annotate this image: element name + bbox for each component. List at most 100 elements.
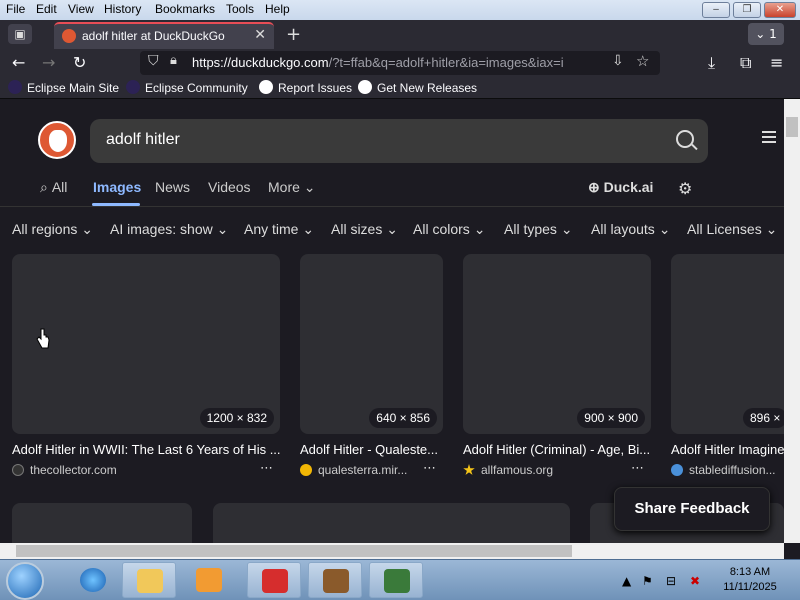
github-icon [259,80,273,94]
url-bar[interactable]: ⛉ 🔒︎ https://duckduckgo.com/?t=ffab&q=ad… [140,51,660,75]
page-action-icon[interactable]: ⇩ [612,53,624,69]
filter-label: All sizes [331,221,383,237]
app-avatar-icon[interactable] [308,562,362,598]
page-content: adolf hitler ⌕ All Images News Videos Mor… [0,99,784,543]
volume-muted-icon[interactable]: ✖ [690,574,700,588]
share-feedback-button[interactable]: Share Feedback [614,487,770,531]
scrollbar-thumb[interactable] [16,545,572,557]
tab-images[interactable]: Images [93,179,141,195]
system-clock[interactable]: 8:13 AM 11/11/2025 [718,566,782,593]
clock-time: 8:13 AM [729,566,771,578]
app-menu-icon[interactable]: ≡ [770,53,783,72]
image-result-source[interactable]: stablediffusion... [671,463,784,477]
internet-explorer-icon[interactable] [66,562,120,598]
menu-history[interactable]: History [104,2,141,16]
chevron-down-icon: ⌄ [560,221,573,237]
url-text[interactable]: https://duckduckgo.com/?t=ffab&q=adolf+h… [192,55,612,70]
horizontal-scrollbar[interactable] [0,543,784,559]
filter-ai-images[interactable]: AI images: show ⌄ [110,221,228,238]
image-result-source[interactable]: allfamous.org [463,463,623,477]
app-red-icon[interactable] [247,562,301,598]
image-result-source[interactable]: thecollector.com [12,463,252,477]
image-result-thumbnail[interactable]: 896 × [671,254,784,434]
search-input[interactable]: adolf hitler [106,131,180,149]
tab-all[interactable]: ⌕ All [40,179,67,196]
tab-close-icon[interactable]: ✕ [254,27,266,43]
reload-icon[interactable]: ↻ [73,53,86,72]
taskbar: ▲ ⚑ ⊟ ✖ 8:13 AM 11/11/2025 [0,559,800,600]
network-icon[interactable]: ⊟ [666,574,676,588]
forward-icon[interactable]: → [42,53,55,72]
menu-file[interactable]: File [6,2,25,16]
eclipse-icon [8,80,22,94]
filter-licenses[interactable]: All Licenses ⌄ [687,221,777,238]
menu-help[interactable]: Help [265,2,290,16]
duckduckgo-logo[interactable] [38,121,76,159]
image-result-thumbnail[interactable]: 900 × 900 [463,254,651,434]
image-result-thumbnail[interactable]: 1200 × 832 [12,254,280,434]
image-result-source[interactable]: qualesterra.mir... [300,463,414,477]
chevron-down-icon: ⌄ [81,221,93,237]
browser-tab[interactable]: adolf hitler at DuckDuckGo ✕ [54,22,274,49]
settings-gear-icon[interactable]: ⚙ [678,179,692,199]
search-icon[interactable] [676,130,694,148]
maximize-button[interactable]: ❐ [733,2,761,18]
close-window-button[interactable]: ✕ [764,2,796,18]
menu-icon[interactable] [762,131,776,143]
lock-icon[interactable]: 🔒︎ [170,53,177,68]
url-host: https://duckduckgo.com [192,55,329,70]
bookmark-eclipse-main[interactable]: Eclipse Main Site [8,80,119,95]
new-tab-button[interactable]: + [286,24,301,45]
tab-list-button[interactable]: ⌄ 1 [748,23,784,45]
more-options-icon[interactable]: ⋯ [423,461,436,476]
menu-view[interactable]: View [68,2,94,16]
shield-icon[interactable]: ⛉ [148,53,159,69]
chevron-down-icon: ⌄ [658,221,671,237]
tray-arrow-icon[interactable]: ▲ [622,574,631,588]
image-result-thumbnail[interactable]: 640 × 856 [300,254,443,434]
image-size-badge: 900 × 900 [577,408,645,428]
downloads-icon[interactable]: ⤓ [708,53,715,73]
bookmark-eclipse-community[interactable]: Eclipse Community [126,80,248,95]
vertical-scrollbar[interactable] [784,99,800,543]
image-result-title[interactable]: Adolf Hitler in WWII: The Last 6 Years o… [12,442,280,457]
filter-label: Any time [244,221,299,237]
filter-types[interactable]: All types ⌄ [504,221,573,238]
firefox-view-icon[interactable]: ▣ [8,24,32,44]
filter-regions[interactable]: All regions ⌄ [12,221,93,238]
tab-news[interactable]: News [155,179,190,195]
bookmark-star-icon[interactable]: ☆ [636,52,649,70]
start-button[interactable] [6,562,44,600]
tab-more[interactable]: More ⌄ [268,179,316,196]
image-result-title[interactable]: Adolf Hitler (Criminal) - Age, Bi... [463,442,651,457]
scrollbar-thumb[interactable] [786,117,798,137]
filter-sizes[interactable]: All sizes ⌄ [331,221,398,238]
bookmark-get-new-releases[interactable]: Get New Releases [358,80,477,95]
more-options-icon[interactable]: ⋯ [260,461,273,476]
filter-layouts[interactable]: All layouts ⌄ [591,221,670,238]
more-options-icon[interactable]: ⋯ [631,461,644,476]
image-size-badge: 640 × 856 [369,408,437,428]
back-icon[interactable]: ← [12,53,25,72]
filter-colors[interactable]: All colors ⌄ [413,221,485,238]
image-result-thumbnail[interactable] [213,503,570,543]
duck-ai-link[interactable]: ⊕ Duck.ai [588,179,653,196]
menu-bookmarks[interactable]: Bookmarks [155,2,215,16]
flag-icon[interactable]: ⚑ [642,574,653,588]
media-player-icon[interactable] [182,562,236,598]
image-result-title[interactable]: Adolf Hitler - Qualeste... [300,442,443,457]
image-result-title[interactable]: Adolf Hitler Imagine [671,442,784,457]
duck-ai-label: Duck.ai [603,179,654,195]
file-explorer-icon[interactable] [122,562,176,598]
extensions-icon[interactable]: ⧉ [740,53,751,73]
app-terminal-icon[interactable] [369,562,423,598]
filter-label: All layouts [591,221,655,237]
tab-videos[interactable]: Videos [208,179,251,195]
bookmark-report-issues[interactable]: Report Issues [259,80,352,95]
menu-tools[interactable]: Tools [226,2,254,16]
filter-time[interactable]: Any time ⌄ [244,221,314,238]
minimize-button[interactable]: – [702,2,730,18]
search-box[interactable]: adolf hitler [90,119,708,163]
image-result-thumbnail[interactable] [12,503,192,543]
menu-edit[interactable]: Edit [36,2,57,16]
